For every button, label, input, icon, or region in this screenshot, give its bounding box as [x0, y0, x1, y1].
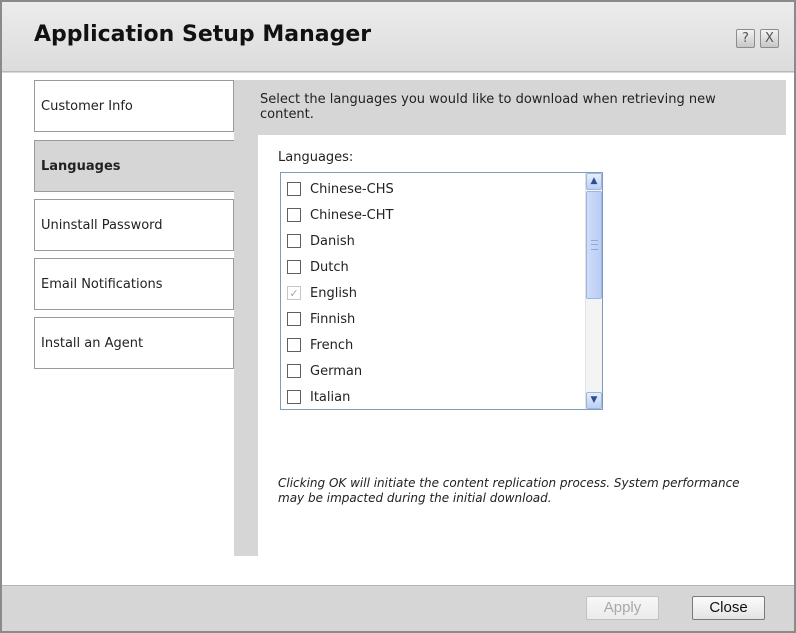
- language-name: English: [310, 285, 357, 301]
- panel-body: Languages: Chinese-CHS Chinese-CHT Danis…: [258, 135, 786, 556]
- sidebar-item-label: Languages: [41, 158, 121, 174]
- scroll-up-icon[interactable]: ▲: [586, 173, 602, 190]
- list-item[interactable]: Italian: [287, 386, 350, 408]
- setup-dialog: Application Setup Manager ? X Customer I…: [0, 0, 796, 633]
- list-item[interactable]: German: [287, 360, 362, 382]
- panel-instructions: Select the languages you would like to d…: [260, 92, 716, 122]
- sidebar-item-email-notifications[interactable]: Email Notifications: [34, 258, 234, 310]
- checkbox[interactable]: [287, 312, 301, 326]
- language-name: Dutch: [310, 259, 349, 275]
- title-bar: Application Setup Manager ? X: [2, 2, 794, 72]
- scrollbar[interactable]: ▲ ▼: [585, 173, 602, 409]
- content-area: Customer Info Languages Uninstall Passwo…: [2, 73, 794, 585]
- scroll-down-icon[interactable]: ▼: [586, 392, 602, 409]
- close-button[interactable]: Close: [692, 596, 765, 620]
- checkbox[interactable]: [287, 208, 301, 222]
- sidebar-item-customer-info[interactable]: Customer Info: [34, 80, 234, 132]
- list-item[interactable]: ✓ English: [287, 282, 357, 304]
- checkbox[interactable]: [287, 364, 301, 378]
- language-name: Chinese-CHS: [310, 181, 394, 197]
- sidebar-item-languages[interactable]: Languages: [34, 140, 236, 192]
- grip-icon: [591, 240, 598, 250]
- close-icon[interactable]: X: [760, 29, 779, 48]
- replication-note: Clicking OK will initiate the content re…: [278, 476, 740, 505]
- checkbox[interactable]: [287, 260, 301, 274]
- language-name: Danish: [310, 233, 355, 249]
- sidebar-item-label: Email Notifications: [41, 276, 163, 292]
- languages-label: Languages:: [278, 150, 354, 165]
- list-item[interactable]: Chinese-CHS: [287, 178, 394, 200]
- language-name: German: [310, 363, 363, 379]
- language-name: French: [310, 337, 354, 353]
- sidebar-item-label: Install an Agent: [41, 335, 144, 351]
- language-name: Italian: [310, 389, 351, 405]
- sidebar-item-label: Customer Info: [41, 98, 133, 114]
- checkbox[interactable]: [287, 234, 301, 248]
- sidebar-item-install-agent[interactable]: Install an Agent: [34, 317, 234, 369]
- sidebar-item-label: Uninstall Password: [41, 217, 163, 233]
- list-item[interactable]: Finnish: [287, 308, 355, 330]
- list-item[interactable]: Dutch: [287, 256, 349, 278]
- help-icon[interactable]: ?: [736, 29, 755, 48]
- apply-button[interactable]: Apply: [586, 596, 659, 620]
- footer-bar: Apply Close: [2, 585, 794, 631]
- sidebar-item-uninstall-password[interactable]: Uninstall Password: [34, 199, 234, 251]
- language-name: Finnish: [310, 311, 356, 327]
- scroll-thumb[interactable]: [586, 191, 602, 299]
- languages-list[interactable]: Chinese-CHS Chinese-CHT Danish Dutch ✓ E…: [280, 172, 603, 410]
- checkbox[interactable]: [287, 182, 301, 196]
- language-name: Chinese-CHT: [310, 207, 394, 223]
- dialog-title: Application Setup Manager: [34, 22, 372, 47]
- list-item[interactable]: French: [287, 334, 353, 356]
- checkbox[interactable]: [287, 390, 301, 404]
- languages-panel: Select the languages you would like to d…: [234, 80, 786, 556]
- list-item[interactable]: Chinese-CHT: [287, 204, 393, 226]
- checkbox[interactable]: [287, 338, 301, 352]
- list-item[interactable]: Danish: [287, 230, 355, 252]
- checkbox-checked: ✓: [287, 286, 301, 300]
